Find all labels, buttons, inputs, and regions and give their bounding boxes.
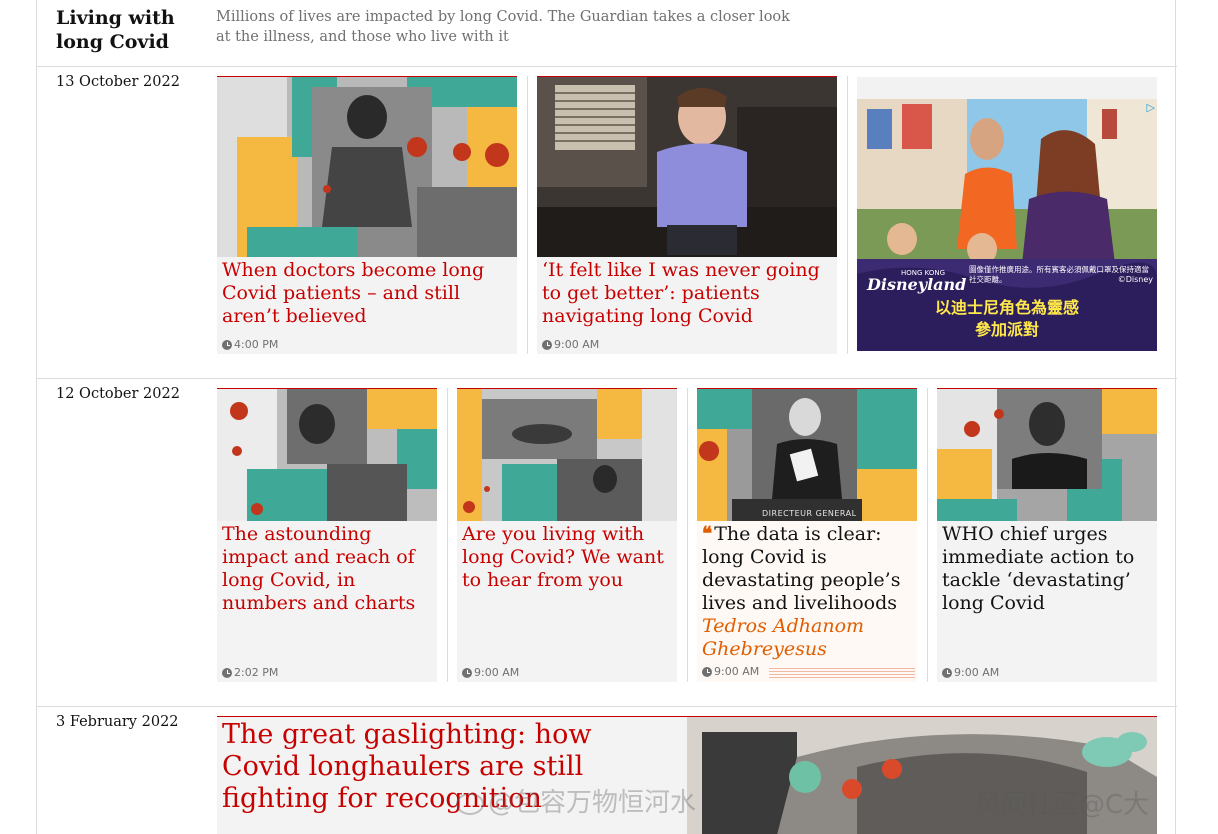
opinion-headline[interactable]: ❝ The data is clear: long Covid is devast… [702, 523, 911, 661]
section-title[interactable]: Living with long Covid [56, 6, 206, 54]
article-time: 9:00 AM [954, 666, 1000, 679]
article-card[interactable]: When doctors become long Covid patients … [217, 76, 517, 354]
watermark: @包容万物恒河水 [456, 782, 696, 819]
article-image [457, 389, 677, 521]
article-timestamp: 9:00 AM [542, 338, 599, 351]
article-card[interactable]: The astounding impact and reach of long … [217, 388, 437, 682]
column-divider [847, 76, 848, 354]
clock-icon [542, 339, 552, 350]
article-timestamp: 4:00 PM [222, 338, 278, 351]
section-header: Living with long Covid Millions of lives… [37, 0, 1177, 67]
column-divider [447, 388, 448, 682]
advertisement[interactable]: ▷ HONG KONG Disneyland 圖像僅作推廣用途。所有賓客必須佩戴… [857, 77, 1157, 351]
ad-choices-icon[interactable]: ▷ [1147, 101, 1155, 114]
opinion-rule-lines [769, 668, 915, 678]
article-image [217, 77, 517, 257]
article-time: 9:00 AM [714, 665, 760, 678]
article-timestamp: 2:02 PM [222, 666, 278, 679]
opinion-headline-text: The data is clear: long Covid is devasta… [702, 523, 901, 614]
article-card[interactable]: WHO chief urges immediate action to tack… [937, 388, 1157, 682]
article-timestamp: 9:00 AM [942, 666, 999, 679]
article-time: 2:02 PM [234, 666, 279, 679]
article-headline[interactable]: When doctors become long Covid patients … [222, 259, 511, 328]
article-headline[interactable]: The astounding impact and reach of long … [222, 523, 431, 615]
ad-creative[interactable]: ▷ HONG KONG Disneyland 圖像僅作推廣用途。所有賓客必須佩戴… [857, 99, 1157, 351]
article-time: 9:00 AM [474, 666, 520, 679]
article-card[interactable]: ‘It felt like I was never going to get b… [537, 76, 837, 354]
article-image [937, 389, 1157, 521]
opinion-card[interactable]: DIRECTEUR GENERAL ❝ The data is clear: lo… [697, 388, 917, 682]
clock-icon [222, 667, 232, 678]
article-headline[interactable]: Are you living with long Covid? We want … [462, 523, 671, 592]
article-headline[interactable]: ‘It felt like I was never going to get b… [542, 259, 831, 328]
article-timestamp: 9:00 AM [702, 665, 759, 678]
article-card[interactable]: Are you living with long Covid? We want … [457, 388, 677, 682]
article-headline[interactable]: WHO chief urges immediate action to tack… [942, 523, 1151, 615]
column-divider [687, 388, 688, 682]
weibo-icon [456, 792, 484, 815]
column-divider [527, 76, 528, 354]
watermark: 风闻社区@C大 [975, 790, 1150, 820]
clock-icon [942, 667, 952, 678]
watermark-text: @包容万物恒河水 [488, 788, 697, 818]
section-description: Millions of lives are impacted by long C… [216, 9, 790, 45]
clock-icon [222, 339, 232, 350]
column-divider [927, 388, 928, 682]
clock-icon [702, 666, 712, 677]
disneyland-logo: Disneyland [867, 275, 967, 294]
article-time: 9:00 AM [554, 338, 600, 351]
opinion-byline[interactable]: Tedros Adhanom Ghebreyesus [702, 615, 911, 661]
ad-copyright: ©Disney [1117, 275, 1153, 284]
article-time: 4:00 PM [234, 338, 279, 351]
article-timestamp: 9:00 AM [462, 666, 519, 679]
ad-tagline: 以迪士尼角色為靈感 參加派對 [934, 298, 1079, 339]
article-image: DIRECTEUR GENERAL [697, 389, 917, 521]
image-caption: DIRECTEUR GENERAL [762, 509, 857, 518]
page-frame: Living with long Covid Millions of lives… [36, 0, 1177, 834]
article-image [537, 77, 837, 257]
article-image [217, 389, 437, 521]
row-date: 12 October 2022 [56, 386, 180, 402]
clock-icon [462, 667, 472, 678]
row-date: 3 February 2022 [56, 714, 179, 730]
quote-icon: ❝ [702, 523, 713, 545]
row-date: 13 October 2022 [56, 74, 180, 90]
